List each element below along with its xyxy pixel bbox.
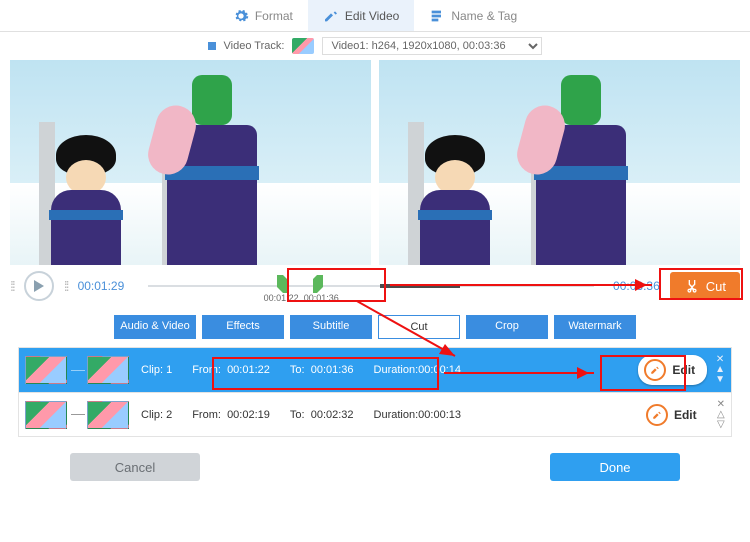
tab-format-label: Format <box>255 9 293 23</box>
clip-thumb-end <box>87 356 129 384</box>
tab-edit-video-label: Edit Video <box>345 9 400 23</box>
close-icon[interactable]: ✕ <box>717 400 725 410</box>
clips-panel: Clip: 1 From: 00:01:22 To: 00:01:36 Dura… <box>18 347 732 437</box>
video-track-label: Video Track: <box>224 40 285 52</box>
play-button[interactable] <box>24 271 54 301</box>
grip-icon[interactable]: ⁞⁞ <box>10 278 14 294</box>
scissors-pencil-icon <box>323 8 339 24</box>
subtab-audio-video[interactable]: Audio & Video <box>114 315 196 339</box>
preview-area: ▸ Original Preview ◂ <box>0 60 750 265</box>
grip-icon[interactable]: ⁞⁞ <box>64 278 68 294</box>
gear-icon <box>233 8 249 24</box>
subtab-watermark[interactable]: Watermark <box>554 315 636 339</box>
subtab-effects[interactable]: Effects <box>202 315 284 339</box>
pencil-icon <box>646 404 668 426</box>
handle-start-time: 00:01:22 <box>264 293 299 303</box>
trim-handle-end[interactable] <box>313 275 323 293</box>
subtab-cut[interactable]: Cut <box>378 315 460 339</box>
edit-label: Edit <box>674 408 697 422</box>
video-track-select[interactable]: Video1: h264, 1920x1080, 00:03:36 <box>322 37 542 55</box>
clip-row[interactable]: Clip: 1 From: 00:01:22 To: 00:01:36 Dura… <box>19 348 731 392</box>
dialog-buttons: Cancel Done <box>0 437 750 481</box>
cut-button-label: Cut <box>706 279 726 294</box>
timeline-track[interactable]: 00:01:22 00:01:36 <box>148 271 594 301</box>
tab-name-tag[interactable]: Name & Tag <box>414 0 532 31</box>
progress-segment <box>380 284 460 288</box>
video-track-row: Video Track: Video1: h264, 1920x1080, 00… <box>0 32 750 60</box>
edit-label: Edit <box>672 363 695 377</box>
tab-edit-video[interactable]: Edit Video <box>308 0 415 31</box>
pencil-icon <box>644 359 666 381</box>
trim-handle-start[interactable] <box>277 275 287 293</box>
cut-scissors-icon <box>684 278 700 294</box>
move-up-icon[interactable]: △ <box>717 410 725 420</box>
cancel-button[interactable]: Cancel <box>70 453 200 481</box>
clip-row[interactable]: Clip: 2 From: 00:02:19 To: 00:02:32 Dura… <box>19 392 731 436</box>
move-down-icon[interactable]: ▽ <box>717 420 725 430</box>
edit-clip-button[interactable]: Edit <box>638 355 707 385</box>
tab-format[interactable]: Format <box>218 0 308 31</box>
clip-thumb-end <box>87 401 129 429</box>
subtab-subtitle[interactable]: Subtitle <box>290 315 372 339</box>
tag-icon <box>429 8 445 24</box>
current-time: 00:01:29 <box>78 279 138 293</box>
track-indicator-icon <box>208 42 216 50</box>
clip-row-controls: ✕ ▲ ▼ <box>715 355 725 385</box>
move-down-icon[interactable]: ▼ <box>715 375 725 385</box>
track-thumbnail <box>292 38 314 54</box>
clip-row-controls: ✕ △ ▽ <box>717 400 725 430</box>
end-time: 00:03:36 <box>604 279 660 293</box>
handle-end-time: 00:01:36 <box>304 293 339 303</box>
top-tab-bar: Format Edit Video Name & Tag <box>0 0 750 32</box>
subtab-crop[interactable]: Crop <box>466 315 548 339</box>
video-pane-original[interactable] <box>10 60 371 265</box>
edit-clip-button[interactable]: Edit <box>640 400 709 430</box>
clip-thumb-start <box>25 356 67 384</box>
tab-name-tag-label: Name & Tag <box>451 9 517 23</box>
done-button[interactable]: Done <box>550 453 680 481</box>
edit-subtabs: Audio & Video Effects Subtitle Cut Crop … <box>0 311 750 347</box>
cut-button[interactable]: Cut <box>670 272 740 300</box>
video-pane-preview[interactable] <box>379 60 740 265</box>
clip-thumb-start <box>25 401 67 429</box>
timeline-controls: ⁞⁞ ⁞⁞ 00:01:29 00:01:22 00:01:36 00:03:3… <box>0 265 750 311</box>
